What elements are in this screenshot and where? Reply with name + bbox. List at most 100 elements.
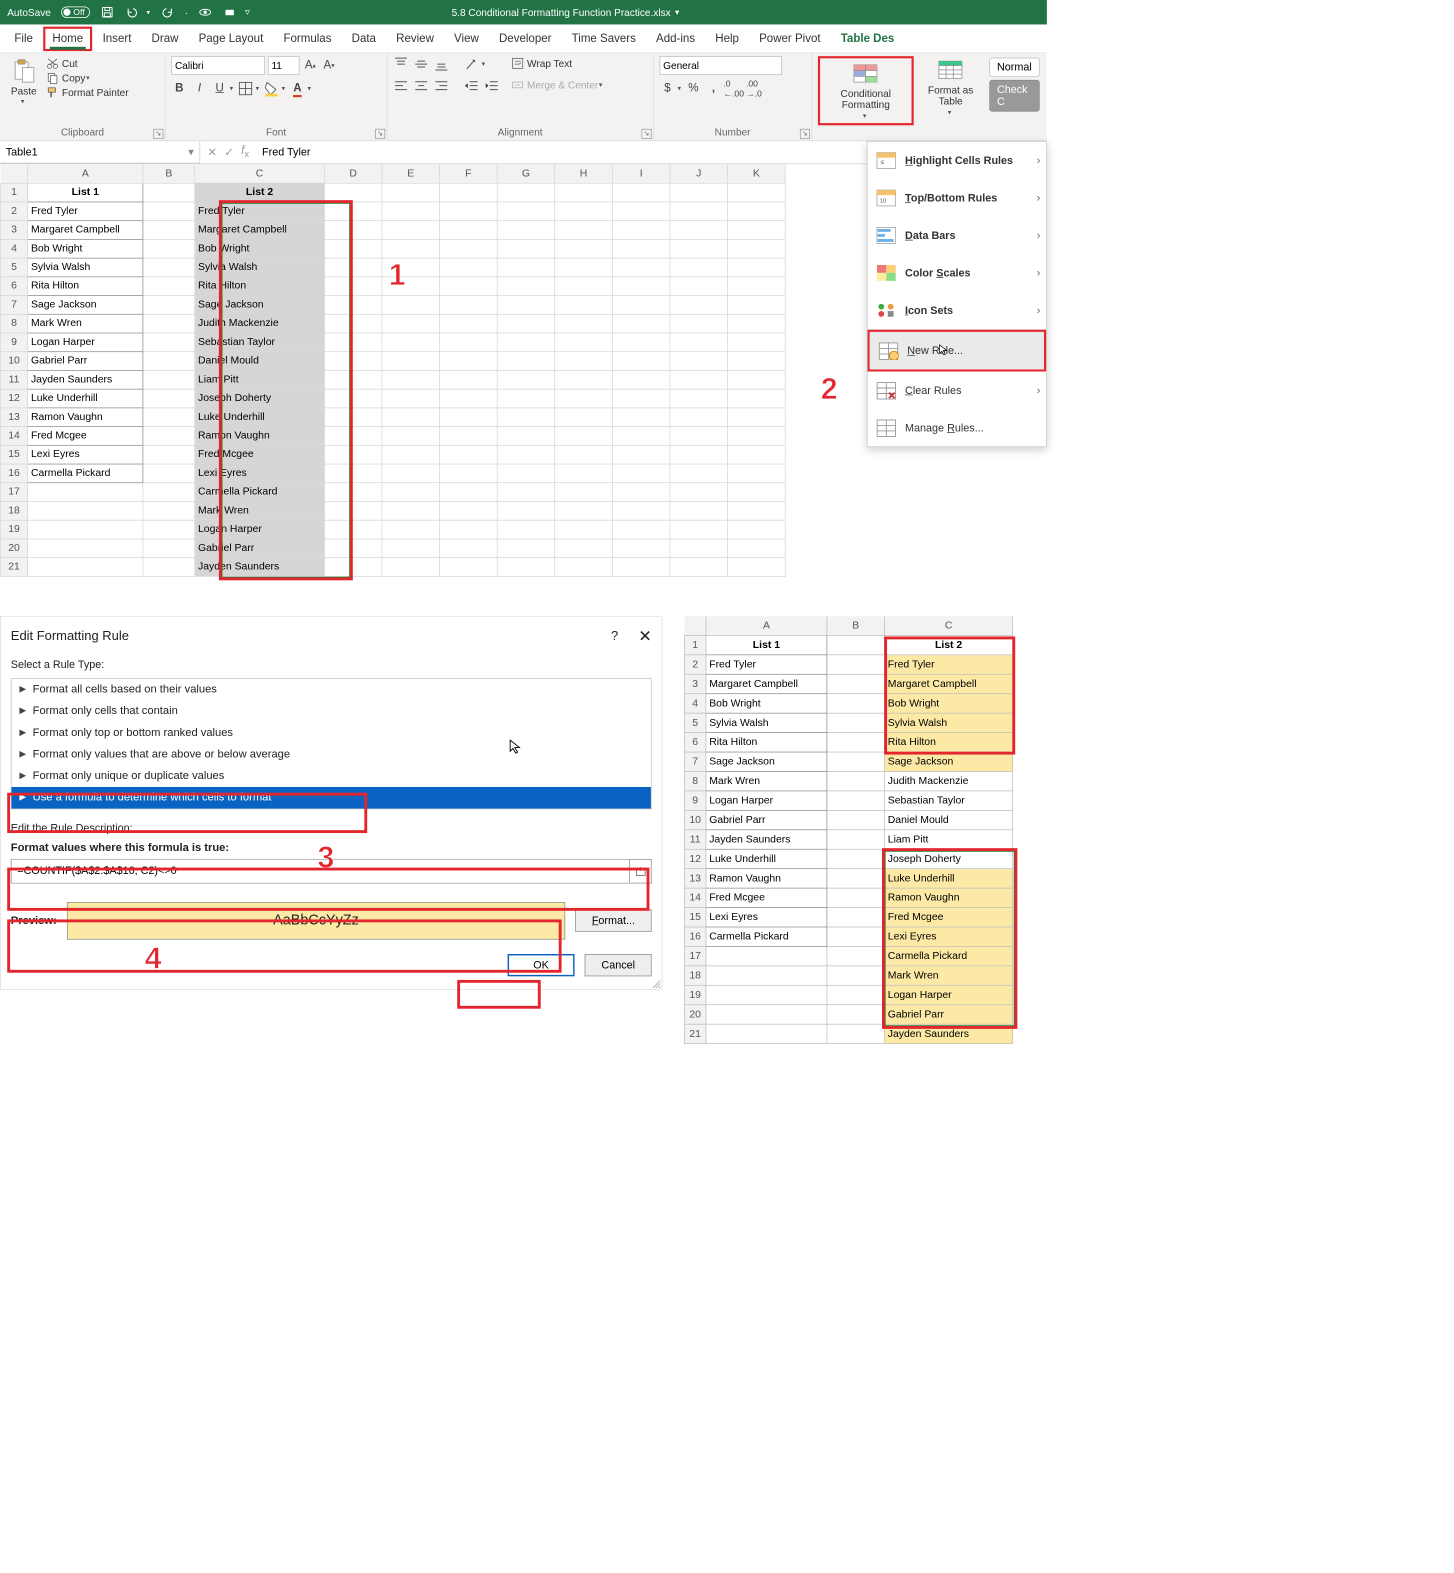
redo-icon[interactable] xyxy=(160,5,174,19)
cell[interactable]: Margaret Campbell xyxy=(885,674,1013,693)
cell[interactable] xyxy=(670,314,728,333)
tab-insert[interactable]: Insert xyxy=(92,26,141,50)
cell[interactable]: Margaret Campbell xyxy=(195,220,325,239)
cell[interactable] xyxy=(440,295,498,314)
cell[interactable] xyxy=(497,276,555,295)
cell[interactable] xyxy=(555,557,613,576)
cell[interactable] xyxy=(555,520,613,539)
cell[interactable] xyxy=(324,539,382,558)
cell[interactable]: Logan Harper xyxy=(885,985,1013,1004)
cell[interactable] xyxy=(440,464,498,483)
cell[interactable]: Luke Underhill xyxy=(706,849,827,868)
row-header[interactable]: 9 xyxy=(0,333,27,352)
menu-highlight-cells-rules[interactable]: ≤ Highlight Cells Rules › xyxy=(868,142,1047,179)
cell[interactable] xyxy=(324,370,382,389)
fill-color-icon[interactable] xyxy=(264,81,280,97)
cell[interactable] xyxy=(670,183,728,202)
cell[interactable] xyxy=(612,314,670,333)
tab-help[interactable]: Help xyxy=(705,26,749,50)
cell[interactable] xyxy=(728,314,786,333)
cell[interactable] xyxy=(728,202,786,221)
chevron-down-icon[interactable]: ▾ xyxy=(482,60,486,68)
cell[interactable] xyxy=(728,389,786,408)
chevron-down-icon[interactable]: ▾ xyxy=(308,85,312,93)
cell[interactable] xyxy=(670,351,728,370)
cell[interactable] xyxy=(728,370,786,389)
cell[interactable] xyxy=(612,464,670,483)
cell[interactable] xyxy=(324,426,382,445)
cell[interactable]: Lexi Eyres xyxy=(885,927,1013,946)
cell[interactable] xyxy=(670,389,728,408)
cell[interactable]: Gabriel Parr xyxy=(195,539,325,558)
cell[interactable] xyxy=(143,183,195,202)
cell[interactable]: Logan Harper xyxy=(706,791,827,810)
column-header[interactable]: B xyxy=(827,616,885,635)
cell[interactable]: Joseph Doherty xyxy=(885,849,1013,868)
cell[interactable]: Rita Hilton xyxy=(195,276,325,295)
cell[interactable] xyxy=(28,557,143,576)
cell[interactable]: Sage Jackson xyxy=(195,295,325,314)
cell[interactable] xyxy=(382,370,440,389)
cell[interactable] xyxy=(440,276,498,295)
cell[interactable] xyxy=(497,220,555,239)
menu-data-bars[interactable]: Data Bars › xyxy=(868,217,1047,254)
number-format-select[interactable] xyxy=(660,56,782,75)
cell[interactable] xyxy=(612,482,670,501)
cell[interactable]: Bob Wright xyxy=(885,694,1013,713)
cell[interactable] xyxy=(728,333,786,352)
cell[interactable]: Lexi Eyres xyxy=(28,445,143,464)
cell[interactable]: Bob Wright xyxy=(28,239,143,258)
cell[interactable] xyxy=(827,888,885,907)
cell[interactable] xyxy=(440,333,498,352)
conditional-formatting-button[interactable]: Conditional Formatting ▾ xyxy=(822,60,911,122)
cell[interactable]: Judith Mackenzie xyxy=(195,314,325,333)
cell[interactable] xyxy=(440,314,498,333)
column-header[interactable]: C xyxy=(195,164,325,183)
cell[interactable]: Ramon Vaughn xyxy=(195,426,325,445)
cell[interactable] xyxy=(728,501,786,520)
cell[interactable] xyxy=(706,985,827,1004)
cell[interactable] xyxy=(670,539,728,558)
menu-new-rule[interactable]: New Rule... xyxy=(870,332,1044,369)
cell[interactable] xyxy=(827,655,885,674)
cell[interactable] xyxy=(706,946,827,965)
cell[interactable] xyxy=(143,445,195,464)
row-header[interactable]: 9 xyxy=(684,791,706,810)
row-header[interactable]: 5 xyxy=(0,258,27,277)
cell[interactable]: Carmella Pickard xyxy=(28,464,143,483)
row-header[interactable]: 17 xyxy=(0,482,27,501)
cell[interactable] xyxy=(827,1024,885,1043)
cell[interactable] xyxy=(497,183,555,202)
column-header[interactable]: D xyxy=(324,164,382,183)
cell[interactable] xyxy=(497,258,555,277)
column-header[interactable]: K xyxy=(728,164,786,183)
cell[interactable] xyxy=(827,966,885,985)
cell[interactable] xyxy=(670,557,728,576)
decrease-decimal-icon[interactable]: .00→.0 xyxy=(746,81,762,97)
row-header[interactable]: 15 xyxy=(684,908,706,927)
column-header[interactable]: F xyxy=(440,164,498,183)
cell[interactable] xyxy=(497,520,555,539)
cell[interactable]: Fred Tyler xyxy=(885,655,1013,674)
cell[interactable] xyxy=(143,276,195,295)
cell[interactable] xyxy=(497,482,555,501)
column-header[interactable]: J xyxy=(670,164,728,183)
align-top-icon[interactable] xyxy=(393,56,409,72)
cell[interactable] xyxy=(143,314,195,333)
tab-home[interactable]: Home xyxy=(45,29,90,48)
rule-type-option[interactable]: ►Format only cells that contain xyxy=(12,700,651,722)
cell[interactable] xyxy=(827,927,885,946)
cell[interactable]: Sylvia Walsh xyxy=(28,258,143,277)
cell[interactable] xyxy=(728,183,786,202)
cell[interactable] xyxy=(555,539,613,558)
row-header[interactable]: 21 xyxy=(0,557,27,576)
row-header[interactable]: 5 xyxy=(684,713,706,732)
cell[interactable] xyxy=(555,426,613,445)
cell[interactable] xyxy=(143,202,195,221)
cell[interactable] xyxy=(382,220,440,239)
cell[interactable] xyxy=(28,539,143,558)
row-header[interactable]: 15 xyxy=(0,445,27,464)
cell[interactable] xyxy=(28,482,143,501)
cell[interactable]: Judith Mackenzie xyxy=(885,771,1013,790)
cell[interactable] xyxy=(555,482,613,501)
